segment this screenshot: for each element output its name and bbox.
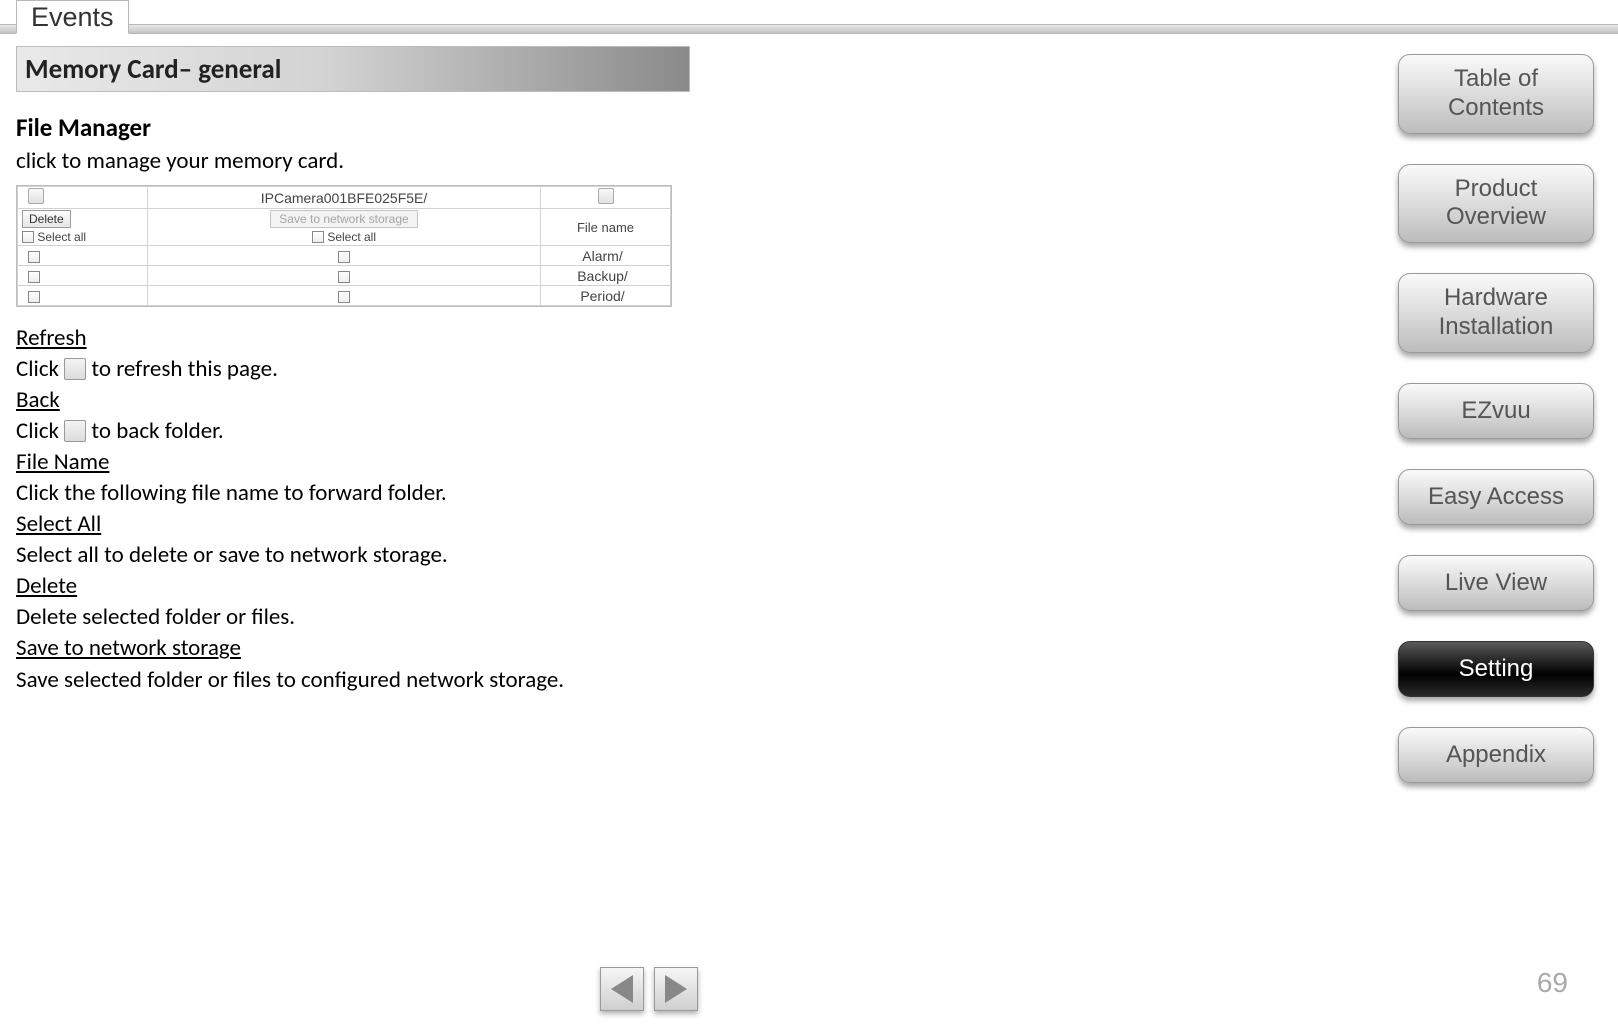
row-filename[interactable]: Alarm/: [541, 246, 671, 266]
row-checkbox[interactable]: [28, 251, 40, 263]
table-row[interactable]: Alarm/: [18, 246, 671, 266]
delete-button[interactable]: Delete: [22, 210, 71, 228]
desc-delete-heading: Delete: [16, 571, 696, 602]
section-header: Memory Card– general: [16, 46, 690, 92]
desc-refresh-heading: Refresh: [16, 323, 696, 354]
row-checkbox[interactable]: [338, 291, 350, 303]
desc-filename-heading: File Name: [16, 447, 696, 478]
desc-back-heading: Back: [16, 385, 696, 416]
description-block: Refresh Click to refresh this page. Back…: [16, 323, 696, 696]
arrow-left-icon: [611, 975, 633, 1003]
page-nav: [600, 967, 698, 1011]
nav-product[interactable]: Product Overview: [1398, 164, 1594, 244]
file-manager-panel: IPCamera001BFE025F5E/ Delete Select all …: [16, 185, 672, 307]
page-number: 69: [1537, 967, 1568, 999]
nav-hardware[interactable]: Hardware Installation: [1398, 273, 1594, 353]
tab-events[interactable]: Events: [16, 0, 129, 34]
refresh-icon: [64, 358, 86, 380]
tab-bar-background: [0, 24, 1618, 34]
file-manager-heading: File Manager: [16, 112, 696, 143]
file-manager-blurb: click to manage your memory card.: [16, 147, 696, 175]
select-all-checkbox-center[interactable]: [312, 231, 324, 243]
refresh-icon[interactable]: [28, 188, 44, 204]
table-row[interactable]: Backup/: [18, 266, 671, 286]
desc-save-text: Save selected folder or files to configu…: [16, 665, 696, 696]
nav-easy[interactable]: Easy Access: [1398, 469, 1594, 525]
next-page-button[interactable]: [654, 967, 698, 1011]
side-nav: Table of Contents Product Overview Hardw…: [1398, 54, 1594, 813]
section-title: Memory Card– general: [25, 53, 281, 86]
row-checkbox[interactable]: [28, 291, 40, 303]
row-checkbox[interactable]: [338, 251, 350, 263]
desc-filename-text: Click the following file name to forward…: [16, 478, 696, 509]
row-filename[interactable]: Period/: [541, 286, 671, 306]
content-body: File Manager click to manage your memory…: [16, 104, 696, 696]
back-icon: [64, 420, 86, 442]
prev-page-button[interactable]: [600, 967, 644, 1011]
file-name-header: File name: [541, 209, 671, 246]
tab-bar: Events: [0, 0, 1618, 36]
save-to-network-button[interactable]: Save to network storage: [270, 210, 417, 228]
file-manager-path: IPCamera001BFE025F5E/: [148, 187, 541, 209]
arrow-right-icon: [665, 975, 687, 1003]
row-checkbox[interactable]: [338, 271, 350, 283]
nav-toc[interactable]: Table of Contents: [1398, 54, 1594, 134]
desc-delete-text: Delete selected folder or files.: [16, 602, 696, 633]
select-all-checkbox-left[interactable]: [22, 231, 34, 243]
nav-setting[interactable]: Setting: [1398, 641, 1594, 697]
back-icon[interactable]: [598, 188, 614, 204]
nav-ezvuu[interactable]: EZvuu: [1398, 383, 1594, 439]
desc-refresh-text: Click to refresh this page.: [16, 354, 696, 385]
desc-selectall-text: Select all to delete or save to network …: [16, 540, 696, 571]
desc-selectall-heading: Select All: [16, 509, 696, 540]
table-row[interactable]: Period/: [18, 286, 671, 306]
nav-appendix[interactable]: Appendix: [1398, 727, 1594, 783]
select-all-label-center: Select all: [327, 230, 376, 244]
select-all-label-left: Select all: [37, 230, 86, 244]
tab-label: Events: [31, 2, 114, 33]
row-checkbox[interactable]: [28, 271, 40, 283]
nav-live[interactable]: Live View: [1398, 555, 1594, 611]
desc-save-heading: Save to network storage: [16, 633, 696, 664]
row-filename[interactable]: Backup/: [541, 266, 671, 286]
desc-back-text: Click to back folder.: [16, 416, 696, 447]
